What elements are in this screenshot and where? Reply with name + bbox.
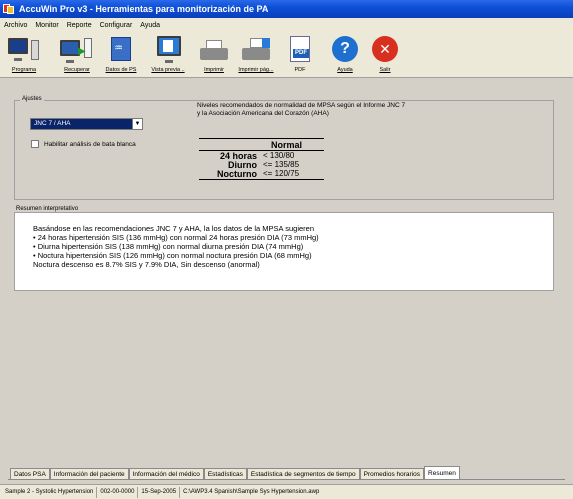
programa-button[interactable]: Programa xyxy=(6,34,42,76)
summary-line: Basándose en las recomendaciones JNC 7 y… xyxy=(33,224,314,233)
ayuda-label: Ayuda xyxy=(337,67,353,73)
datos-ps-label: Datos de PS xyxy=(105,67,137,73)
salir-button[interactable]: ✕ Salir xyxy=(370,34,400,76)
tab-divider xyxy=(8,479,565,480)
white-coat-label: Habilitar análisis de bata blanca xyxy=(44,140,136,148)
white-coat-checkbox[interactable] xyxy=(31,140,39,148)
row-value: <= 135/85 xyxy=(263,160,300,169)
status-id: 002-00-0000 xyxy=(97,486,139,498)
salir-label: Salir xyxy=(379,67,391,73)
status-path: C:\AWP3.4 Spanish\Sample Sys Hypertensio… xyxy=(183,488,320,495)
resumen-panel[interactable]: Basándose en las recomendaciones JNC 7 y… xyxy=(14,212,554,291)
imprimir-button[interactable]: Imprimir xyxy=(198,34,230,76)
download-computer-icon: ▶ xyxy=(58,34,96,64)
table-row: Nocturno <= 120/75 xyxy=(199,168,324,179)
white-coat-option[interactable]: Habilitar análisis de bata blanca xyxy=(31,140,136,148)
programa-label: Programa xyxy=(11,67,37,73)
menu-ayuda[interactable]: Ayuda xyxy=(139,22,161,29)
rec-line-1: Niveles recomendados de normalidad de MP… xyxy=(197,102,406,109)
summary-line: Noctura descenso es 8.7% SIS y 7.9% DIA,… xyxy=(33,260,260,269)
preview-monitor-icon xyxy=(153,34,183,64)
row-label: Nocturno xyxy=(217,168,257,179)
row-value: < 130/80 xyxy=(263,151,295,160)
menu-archivo[interactable]: Archivo xyxy=(3,22,28,29)
app-icon xyxy=(3,3,15,15)
menu-reporte[interactable]: Reporte xyxy=(66,22,93,29)
resumen-title: Resumen interpretativo xyxy=(14,206,81,212)
recuperar-label: Recuperar xyxy=(64,67,90,73)
title-bar: AccuWin Pro v3 - Herramientas para monit… xyxy=(0,0,573,18)
imprimir-pagina-label: Imprimir pág... xyxy=(238,67,274,73)
ajustes-title: Ajustes xyxy=(20,96,44,102)
imprimir-pagina-button[interactable]: Imprimir pág... xyxy=(236,34,276,76)
print-page-icon xyxy=(240,34,272,64)
datos-ps-button[interactable]: ♒ Datos de PS xyxy=(104,34,138,76)
heartbeat-chart-icon: ♒ xyxy=(110,34,132,64)
normal-header: Normal xyxy=(199,139,324,151)
vista-previa-button[interactable]: Vista previa .. xyxy=(146,34,190,76)
summary-line: • Diurna hipertensión SIS (138 mmHg) con… xyxy=(33,242,304,251)
vista-previa-label: Vista previa .. xyxy=(151,67,185,73)
pdf-button[interactable]: PDF PDF xyxy=(288,34,312,76)
help-icon: ? xyxy=(331,34,359,64)
rec-line-2: y la Asociación Americana del Corazón (A… xyxy=(197,110,329,117)
recuperar-button[interactable]: ▶ Recuperar xyxy=(58,34,96,76)
standard-select-value: JNC 7 / AHA xyxy=(34,120,71,127)
tab-resumen[interactable]: Resumen xyxy=(424,466,460,480)
status-date: 15-Sep-2005 xyxy=(138,486,181,498)
tab-bar: Datos PSA Información del paciente Infor… xyxy=(10,466,460,480)
menu-configurar[interactable]: Configurar xyxy=(99,22,134,29)
summary-line: • 24 horas hipertensión SIS (136 mmHg) c… xyxy=(33,233,319,242)
status-sample: Sample 2 - Systolic Hypertension xyxy=(2,486,98,498)
toolbar: Programa ▶ Recuperar ♒ Datos de PS Vista… xyxy=(0,32,573,78)
printer-icon xyxy=(199,34,229,64)
ayuda-button[interactable]: ? Ayuda xyxy=(330,34,360,76)
menu-monitor[interactable]: Monitor xyxy=(34,22,59,29)
computer-icon xyxy=(6,34,42,64)
menu-bar: Archivo Monitor Reporte Configurar Ayuda xyxy=(0,18,573,32)
imprimir-label: Imprimir xyxy=(204,67,224,73)
summary-line: • Noctura hipertensión SIS (126 mmHg) co… xyxy=(33,251,312,260)
exit-icon: ✕ xyxy=(371,34,399,64)
row-value: <= 120/75 xyxy=(263,169,300,178)
standard-select[interactable]: JNC 7 / AHA ▼ xyxy=(30,118,143,130)
pdf-icon: PDF xyxy=(289,34,311,64)
window-title: AccuWin Pro v3 - Herramientas para monit… xyxy=(19,4,269,14)
ajustes-group: Ajustes JNC 7 / AHA ▼ Habilitar análisis… xyxy=(14,96,554,200)
chevron-down-icon[interactable]: ▼ xyxy=(132,119,142,129)
pdf-label: PDF xyxy=(294,67,306,73)
recommendation-text: Niveles recomendados de normalidad de MP… xyxy=(197,102,457,118)
normal-values-table: Normal 24 horas < 130/80 Diurno <= 135/8… xyxy=(199,138,324,180)
status-bar: Sample 2 - Systolic Hypertension 002-00-… xyxy=(0,484,573,499)
table-divider xyxy=(199,179,324,180)
